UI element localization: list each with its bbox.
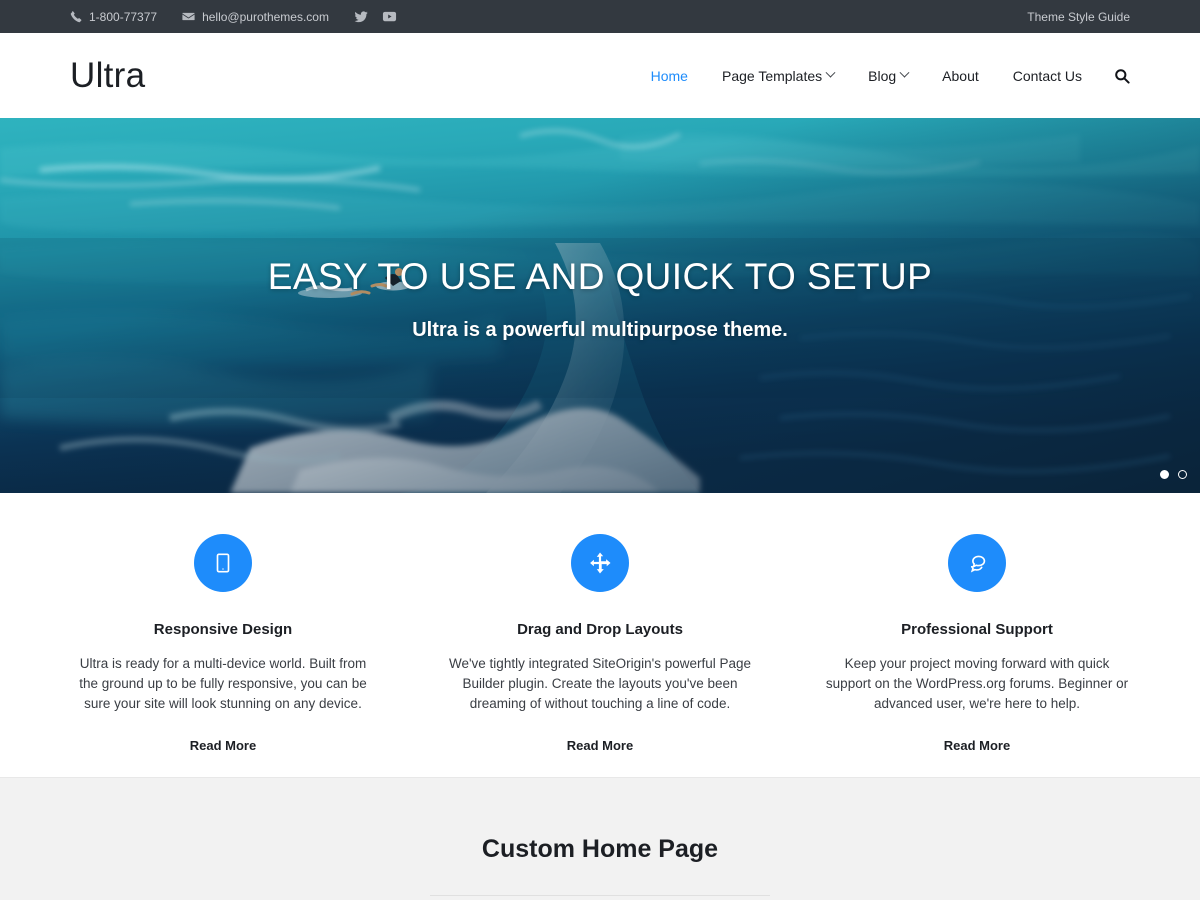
topbar-social-group <box>354 9 397 24</box>
youtube-icon[interactable] <box>382 9 397 24</box>
top-bar: 1-800-77377 hello@purothemes.com Theme S… <box>0 0 1200 33</box>
nav-item-page-templates-label: Page Templates <box>721 67 823 84</box>
header-inner: Ultra Home Page Templates Blog About Con… <box>70 33 1130 118</box>
features-row: Responsive Design Ultra is ready for a m… <box>70 493 1130 755</box>
comments-icon[interactable] <box>948 534 1006 592</box>
envelope-icon <box>182 10 195 23</box>
nav-item-home-label: Home <box>650 67 688 84</box>
chevron-down-icon <box>899 67 910 78</box>
move-arrows-icon[interactable] <box>571 534 629 592</box>
features-section: Responsive Design Ultra is ready for a m… <box>0 493 1200 778</box>
feature-title: Drag and Drop Layouts <box>517 621 683 638</box>
nav-item-blog-label: Blog <box>868 67 897 84</box>
hero-content: EASY TO USE AND QUICK TO SETUP Ultra is … <box>0 118 1200 493</box>
custom-home-page-section: Custom Home Page <box>0 778 1200 900</box>
chevron-down-icon <box>825 67 836 78</box>
search-icon[interactable] <box>1114 68 1130 84</box>
feature-description: Ultra is ready for a multi-device world.… <box>79 656 367 711</box>
nav-item-blog[interactable]: Blog <box>868 67 910 84</box>
nav-item-home[interactable]: Home <box>651 68 688 84</box>
main-navigation: Home Page Templates Blog About Contact U… <box>651 68 1130 84</box>
twitter-icon[interactable] <box>354 10 368 24</box>
site-header: Ultra Home Page Templates Blog About Con… <box>0 33 1200 118</box>
nav-item-contact-us-label: Contact Us <box>1012 67 1082 84</box>
read-more-link[interactable]: Read More <box>944 738 1010 753</box>
slider-pagination <box>1160 470 1187 479</box>
topbar-phone-label: 1-800-77377 <box>89 9 158 24</box>
nav-item-page-templates[interactable]: Page Templates <box>721 67 836 84</box>
nav-item-about[interactable]: About <box>942 68 979 84</box>
hero-subtitle: Ultra is a powerful multipurpose theme. <box>412 319 788 342</box>
topbar-email[interactable]: hello@purothemes.com <box>182 10 329 24</box>
top-bar-contact-group: 1-800-77377 hello@purothemes.com <box>70 9 397 24</box>
topbar-email-label: hello@purothemes.com <box>202 9 329 24</box>
feature-title: Responsive Design <box>153 621 293 638</box>
feature-description: Keep your project moving forward with qu… <box>825 656 1129 711</box>
feature-card-responsive-design: Responsive Design Ultra is ready for a m… <box>70 534 376 755</box>
phone-icon <box>70 10 82 23</box>
hero-title: EASY TO USE AND QUICK TO SETUP <box>267 255 933 297</box>
read-more-link[interactable]: Read More <box>567 738 633 753</box>
tablet-icon[interactable] <box>194 534 252 592</box>
section-title: Custom Home Page <box>481 835 719 863</box>
site-logo[interactable]: Ultra <box>70 58 145 93</box>
feature-card-professional-support: Professional Support Keep your project m… <box>824 534 1130 755</box>
theme-style-guide-link[interactable]: Theme Style Guide <box>1027 10 1130 24</box>
nav-item-contact-us[interactable]: Contact Us <box>1013 68 1082 84</box>
topbar-phone[interactable]: 1-800-77377 <box>70 10 157 24</box>
feature-card-drag-and-drop-layouts: Drag and Drop Layouts We've tightly inte… <box>447 534 753 755</box>
slider-dot-2[interactable] <box>1178 470 1187 479</box>
section-divider <box>430 895 770 896</box>
hero-slider: EASY TO USE AND QUICK TO SETUP Ultra is … <box>0 118 1200 493</box>
read-more-link[interactable]: Read More <box>190 738 256 753</box>
top-bar-inner: 1-800-77377 hello@purothemes.com Theme S… <box>70 0 1130 33</box>
nav-item-about-label: About <box>942 67 979 84</box>
feature-description: We've tightly integrated SiteOrigin's po… <box>448 656 752 711</box>
slider-dot-1[interactable] <box>1160 470 1169 479</box>
feature-title: Professional Support <box>901 621 1053 638</box>
